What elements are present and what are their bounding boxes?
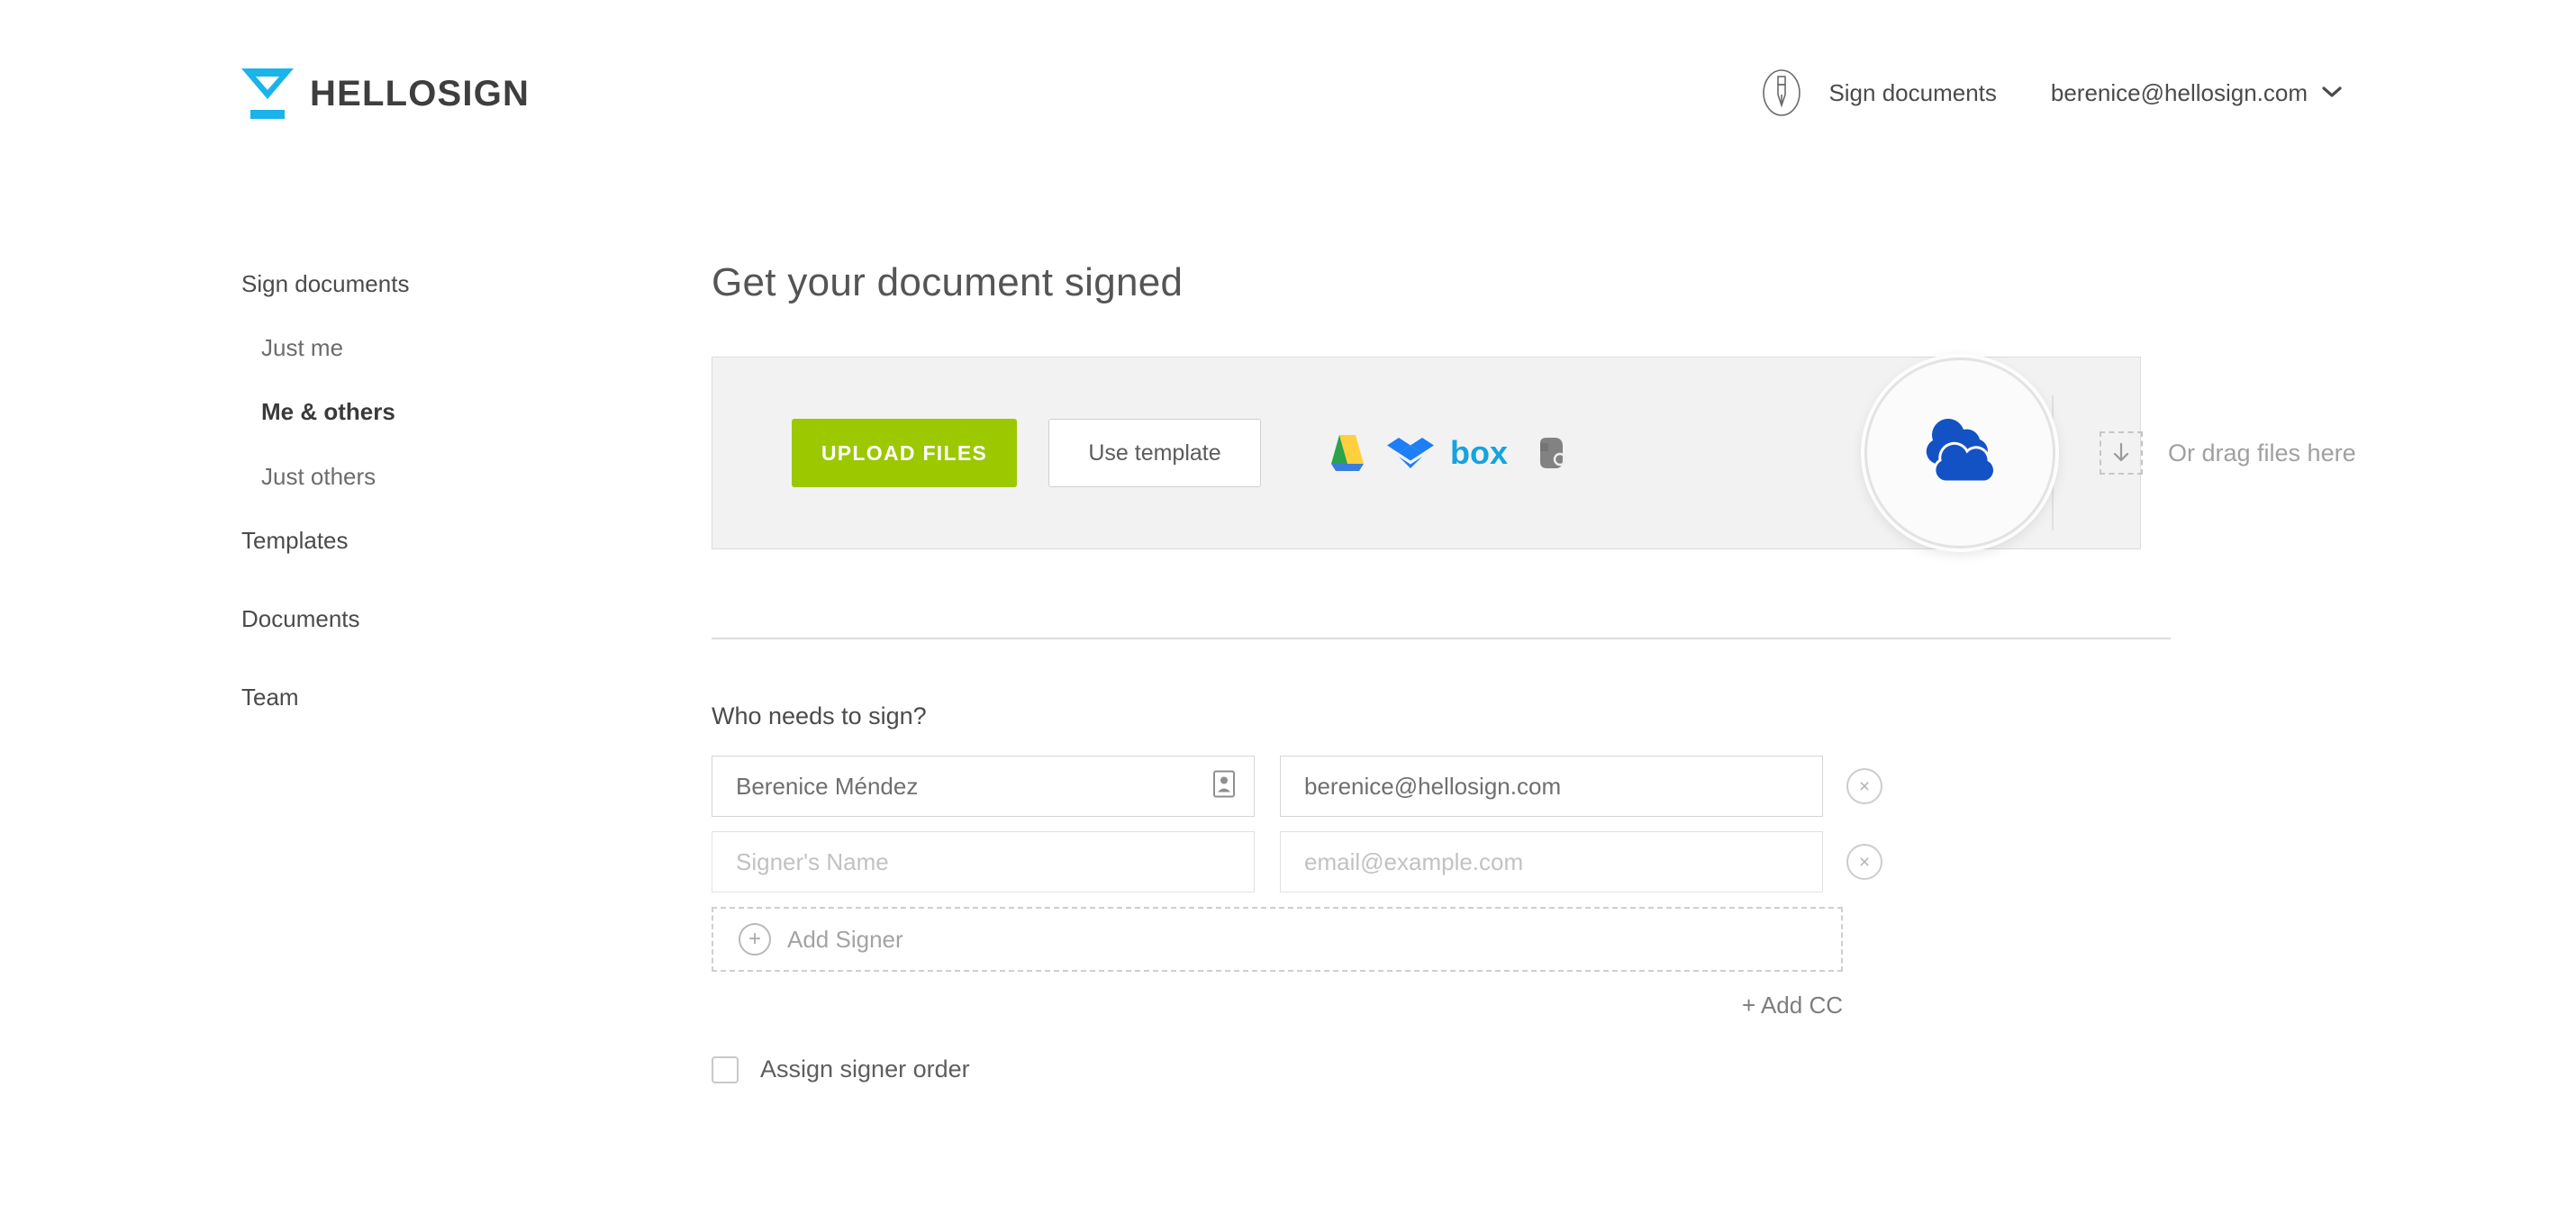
- signer-name-placeholder: Signer's Name: [736, 847, 889, 875]
- signer-name-input[interactable]: Berenice Méndez: [712, 756, 1255, 818]
- signer-row: Signer's Name email@example.com ×: [712, 831, 2189, 893]
- account-menu[interactable]: berenice@hellosign.com: [2051, 79, 2342, 107]
- account-email-label: berenice@hellosign.com: [2050, 78, 2308, 106]
- sidebar-nav: Sign documents Just me Me & others Just …: [241, 270, 629, 711]
- dropbox-icon[interactable]: [1385, 428, 1436, 478]
- assign-signer-order-row: Assign signer order: [712, 1055, 2189, 1083]
- signers-title: Who needs to sign?: [712, 702, 927, 730]
- sidebar-item-just-others[interactable]: Just others: [241, 463, 629, 491]
- drag-files-area[interactable]: Or drag files here: [2100, 358, 2356, 548]
- triangle-cutout-icon: [256, 77, 279, 90]
- signers-section: Who needs to sign? Berenice Méndez beren…: [712, 702, 2189, 1083]
- drag-files-label: Or drag files here: [2168, 439, 2356, 467]
- onedrive-spotlight[interactable]: [1864, 358, 2055, 549]
- signer-email-value: berenice@hellosign.com: [1304, 772, 1562, 800]
- signer-email-placeholder: email@example.com: [1304, 847, 1524, 875]
- add-cc-button[interactable]: + Add CC: [712, 992, 1843, 1019]
- onedrive-icon: [1909, 410, 2010, 497]
- signer-name-value: Berenice Méndez: [736, 772, 919, 800]
- plus-circle-icon: +: [739, 923, 771, 956]
- download-arrow-icon: [2100, 431, 2143, 476]
- signer-email-input[interactable]: berenice@hellosign.com: [1280, 756, 1823, 818]
- nav-sign-documents[interactable]: Sign documents: [1828, 79, 1996, 107]
- hellosign-logo-mark: [241, 68, 294, 119]
- hellosign-logo[interactable]: HELLOSIGN: [241, 68, 530, 119]
- signer-name-input[interactable]: Signer's Name: [712, 831, 1255, 893]
- cloud-service-icons: box: [1322, 428, 1591, 478]
- page-title: Get your document signed: [712, 260, 1184, 304]
- box-icon[interactable]: box: [1448, 428, 1515, 478]
- upload-files-button[interactable]: UPLOAD FILES: [792, 419, 1017, 488]
- remove-signer-button[interactable]: ×: [1846, 768, 1882, 805]
- sidebar-item-me-and-others[interactable]: Me & others: [241, 398, 629, 426]
- add-signer-button[interactable]: + Add Signer: [712, 907, 1843, 973]
- evernote-icon[interactable]: [1528, 428, 1578, 478]
- google-drive-icon[interactable]: [1322, 428, 1373, 478]
- assign-signer-order-checkbox[interactable]: [712, 1055, 739, 1083]
- signer-row: Berenice Méndez berenice@hellosign.com ×: [712, 756, 2189, 818]
- pen-nib-icon: [1756, 68, 1807, 118]
- header-right-nav: Sign documents berenice@hellosign.com: [1756, 0, 2576, 180]
- sidebar-item-team[interactable]: Team: [241, 684, 629, 711]
- svg-text:box: box: [1450, 434, 1508, 471]
- hellosign-app-page: HELLOSIGN Sign documents berenice@hellos…: [0, 0, 2576, 1223]
- logo-wordmark: HELLOSIGN: [310, 74, 531, 113]
- use-template-button[interactable]: Use template: [1048, 419, 1261, 488]
- sidebar-item-sign-documents[interactable]: Sign documents: [241, 270, 629, 298]
- section-divider: [712, 638, 2171, 640]
- signer-email-input[interactable]: email@example.com: [1280, 831, 1823, 893]
- upload-panel: UPLOAD FILES Use template box Or drag fi…: [712, 357, 2356, 550]
- sidebar-item-documents[interactable]: Documents: [241, 605, 629, 633]
- sidebar-item-templates[interactable]: Templates: [241, 527, 629, 555]
- app-header: HELLOSIGN Sign documents berenice@hellos…: [0, 0, 2576, 180]
- chevron-down-icon: [2322, 84, 2342, 102]
- remove-signer-button[interactable]: ×: [1846, 844, 1882, 881]
- add-signer-label: Add Signer: [787, 925, 903, 953]
- main-content: Get your document signed UPLOAD FILES Us…: [712, 260, 2356, 1083]
- assign-signer-order-label: Assign signer order: [760, 1055, 970, 1083]
- sidebar-item-just-me[interactable]: Just me: [241, 334, 629, 362]
- contacts-icon[interactable]: [1212, 770, 1236, 803]
- logo-bar: [250, 110, 285, 119]
